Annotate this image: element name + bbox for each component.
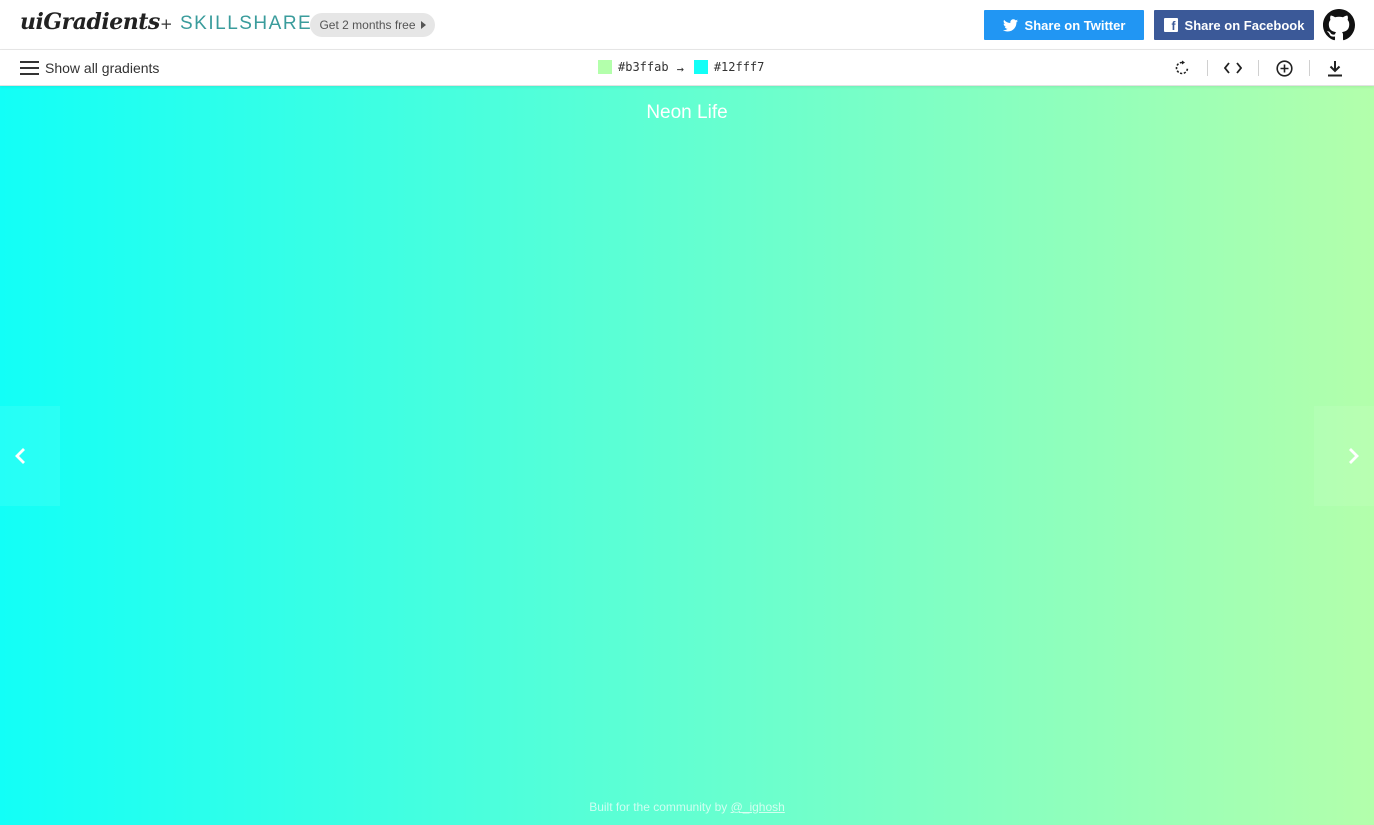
gradient-preview: Neon Life Built for the community by @_i… [0,86,1374,825]
share-twitter-label: Share on Twitter [1024,17,1126,33]
download-icon [1328,60,1342,76]
author-link[interactable]: @_ighosh [731,800,785,814]
get-css-button[interactable] [1222,58,1244,78]
next-gradient-button[interactable] [1314,406,1374,506]
download-button[interactable] [1324,58,1346,78]
facebook-icon: f [1163,18,1178,32]
add-gradient-button[interactable] [1273,58,1295,78]
separator [1207,60,1208,76]
twitter-icon [1002,18,1018,31]
gradient-toolbar: Show all gradients #b3ffab → #12fff7 [0,50,1374,86]
gradient-colors: #b3ffab → #12fff7 [598,60,765,76]
promo-button[interactable]: Get 2 months free [310,13,435,37]
promo-label: Get 2 months free [319,18,416,32]
chevron-left-icon [15,448,25,464]
color-code-from[interactable]: #b3ffab [618,60,669,74]
footer: Built for the community by @_ighosh [0,800,1374,814]
code-icon [1224,62,1242,74]
logo[interactable]: uiGradients [20,9,160,35]
color-swatch-to[interactable] [693,60,708,74]
top-bar: uiGradients + SKILLSHARE Get 2 months fr… [0,0,1374,50]
share-facebook-label: Share on Facebook [1184,17,1305,33]
previous-gradient-button[interactable] [0,406,60,506]
arrow-right-icon: → [676,62,684,76]
github-icon[interactable] [1323,9,1355,41]
color-code-to[interactable]: #12fff7 [714,60,765,74]
share-facebook-button[interactable]: f Share on Facebook [1154,10,1314,40]
show-all-gradients-button[interactable]: Show all gradients [20,60,159,76]
separator [1258,60,1259,76]
gradient-title: Neon Life [646,102,728,123]
separator [1309,60,1310,76]
add-circle-icon [1275,59,1293,77]
footer-text: Built for the community by [589,800,728,814]
rotate-button[interactable] [1171,58,1193,78]
chevron-right-icon [1349,448,1359,464]
caret-right-icon [420,21,426,29]
tool-icons [1171,58,1346,78]
show-all-gradients-label: Show all gradients [45,60,160,76]
skillshare-logo[interactable]: SKILLSHARE [180,13,312,35]
rotate-icon [1175,60,1189,75]
hamburger-icon [20,61,39,75]
color-swatch-from[interactable] [598,60,612,74]
share-twitter-button[interactable]: Share on Twitter [984,10,1144,40]
plus-sign: + [160,15,173,33]
